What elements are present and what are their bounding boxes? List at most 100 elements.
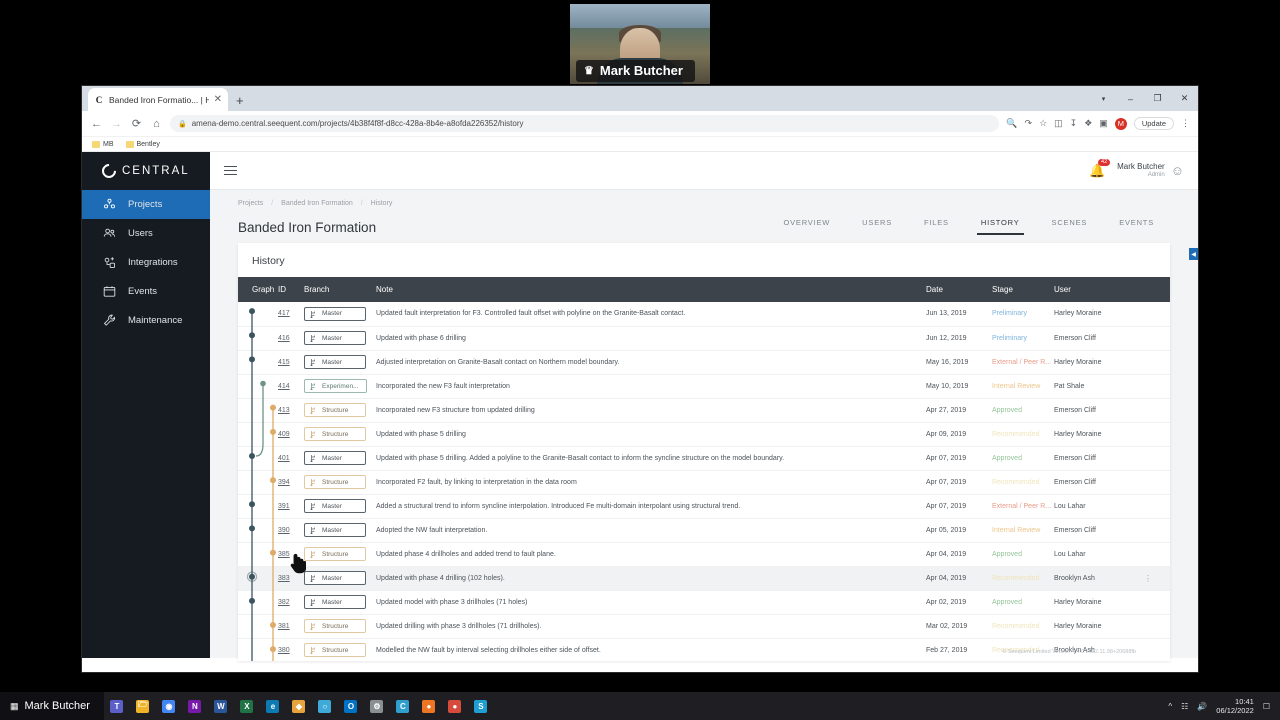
revision-id-link[interactable]: 390 <box>278 527 290 534</box>
update-button[interactable]: Update <box>1133 117 1174 130</box>
table-row[interactable]: 382 Master Updated model with phase 3 dril… <box>238 590 1170 615</box>
breadcrumb-history[interactable]: History <box>371 200 393 207</box>
search-icon[interactable]: ○ <box>312 692 338 720</box>
tab-files[interactable]: FILES <box>908 212 965 235</box>
sidebar-item-events[interactable]: Events <box>82 277 210 306</box>
revision-id-link[interactable]: 401 <box>278 455 290 462</box>
row-kebab-menu-icon[interactable]: ⋮ <box>1144 574 1152 583</box>
reload-button[interactable]: ⟳ <box>130 117 143 130</box>
seequent-icon[interactable]: S <box>468 692 494 720</box>
table-row[interactable]: 390 Master Adopted the NW fault interpreta… <box>238 518 1170 543</box>
table-row[interactable]: 383 Master Updated with phase 4 drilling (… <box>238 566 1170 591</box>
tab-events[interactable]: EVENTS <box>1103 212 1170 235</box>
profile-avatar[interactable]: M <box>1114 117 1127 130</box>
revision-id-link[interactable]: 385 <box>278 551 290 558</box>
revision-id-link[interactable]: 383 <box>278 575 290 582</box>
branch-chip[interactable]: Structure <box>304 643 366 657</box>
branch-chip[interactable]: Master <box>304 331 366 345</box>
table-row[interactable]: 409 Structure Updated with phase 5 drillin… <box>238 422 1170 447</box>
browser-tab[interactable]: C Banded Iron Formatio... | History ✕ <box>88 88 228 111</box>
breadcrumb-project[interactable]: Banded Iron Formation <box>281 200 353 207</box>
branch-chip[interactable]: Experimen... <box>304 379 367 393</box>
table-row[interactable]: 385 Structure Updated phase 4 drillholes a… <box>238 542 1170 567</box>
file-explorer-icon[interactable]: 🗁 <box>130 692 156 720</box>
branch-chip[interactable]: Master <box>304 355 366 369</box>
edge-icon[interactable]: e <box>260 692 286 720</box>
sidepanel-icon[interactable]: ▣ <box>1099 118 1108 129</box>
excel-icon[interactable]: X <box>234 692 260 720</box>
back-button[interactable]: ← <box>90 118 103 130</box>
close-window-button[interactable]: ✕ <box>1171 86 1198 111</box>
revision-id-link[interactable]: 394 <box>278 479 290 486</box>
tab-scenes[interactable]: SCENES <box>1036 212 1104 235</box>
settings-icon[interactable]: ⚙ <box>364 692 390 720</box>
window-menu-icon[interactable]: ▾ <box>1090 86 1117 111</box>
table-row[interactable]: 416 Master Updated with phase 6 drilling Ju… <box>238 326 1170 351</box>
branch-chip[interactable]: Master <box>304 571 366 585</box>
sidebar-item-projects[interactable]: Projects <box>82 190 210 219</box>
orange-app-icon[interactable]: ● <box>416 692 442 720</box>
revision-id-link[interactable]: 415 <box>278 359 290 366</box>
maximize-button[interactable]: ❐ <box>1144 86 1171 111</box>
revision-id-link[interactable]: 380 <box>278 647 290 654</box>
tray-network-icon[interactable]: ☷ <box>1181 702 1188 711</box>
zoom-icon[interactable]: 🔍 <box>1006 118 1017 129</box>
close-tab-icon[interactable]: ✕ <box>214 94 222 105</box>
table-row[interactable]: 415 Master Adjusted interpretation on Gran… <box>238 350 1170 375</box>
notification-bell-wrap[interactable]: 🔔 42 <box>1089 158 1111 180</box>
cast-icon[interactable]: ◫ <box>1054 118 1063 129</box>
revision-id-link[interactable]: 416 <box>278 335 290 342</box>
table-row[interactable]: 391 Master Added a structural trend to inf… <box>238 494 1170 519</box>
outlook-icon[interactable]: O <box>338 692 364 720</box>
branch-chip[interactable]: Structure <box>304 475 366 489</box>
tab-users[interactable]: USERS <box>846 212 908 235</box>
extension-puzzle-icon[interactable]: ❖ <box>1084 118 1092 129</box>
word-icon[interactable]: W <box>208 692 234 720</box>
forward-button[interactable]: → <box>110 118 123 130</box>
branch-chip[interactable]: Structure <box>304 427 366 441</box>
table-row[interactable]: 401 Master Updated with phase 5 drilling. … <box>238 446 1170 471</box>
branch-chip[interactable]: Master <box>304 595 366 609</box>
revision-id-link[interactable]: 391 <box>278 503 290 510</box>
panel-collapse-button[interactable]: ◀ <box>1189 248 1198 260</box>
chrome-icon[interactable]: ◉ <box>156 692 182 720</box>
taskbar-clock[interactable]: 10:41 06/12/2022 <box>1216 697 1254 716</box>
red-app-icon[interactable]: ● <box>442 692 468 720</box>
app-brand[interactable]: CENTRAL <box>82 152 210 190</box>
revision-id-link[interactable]: 381 <box>278 623 290 630</box>
branch-chip[interactable]: Master <box>304 523 366 537</box>
sidebar-item-integrations[interactable]: Integrations <box>82 248 210 277</box>
tray-volume-icon[interactable]: 🔊 <box>1197 702 1207 711</box>
table-row[interactable]: 417 Master Updated fault interpretation fo… <box>238 302 1170 327</box>
branch-chip[interactable]: Master <box>304 306 366 321</box>
tab-overview[interactable]: OVERVIEW <box>767 212 846 235</box>
downloads-icon[interactable]: ↧ <box>1070 118 1078 129</box>
home-button[interactable]: ⌂ <box>150 118 163 130</box>
address-bar[interactable]: 🔒 amena-demo.central.seequent.com/projec… <box>170 115 1000 132</box>
bookmark-item[interactable]: MB <box>92 140 114 148</box>
browser-menu-icon[interactable]: ⋮ <box>1181 118 1190 129</box>
branch-chip[interactable]: Structure <box>304 403 366 417</box>
branch-chip[interactable]: Structure <box>304 547 366 561</box>
bookmark-item[interactable]: Bentley <box>125 140 160 148</box>
sidebar-item-users[interactable]: Users <box>82 219 210 248</box>
branch-chip[interactable]: Structure <box>304 619 366 633</box>
table-row[interactable]: 413 Structure Incorporated new F3 structur… <box>238 398 1170 423</box>
hamburger-menu-icon[interactable] <box>224 165 237 176</box>
revision-id-link[interactable]: 413 <box>278 407 290 414</box>
breadcrumb-projects[interactable]: Projects <box>238 200 263 207</box>
tray-chevron-icon[interactable]: ^ <box>1168 702 1172 711</box>
leapfrog-icon[interactable]: ◆ <box>286 692 312 720</box>
tab-history[interactable]: HISTORY <box>965 212 1036 235</box>
revision-id-link[interactable]: 382 <box>278 599 290 606</box>
sidebar-item-maintenance[interactable]: Maintenance <box>82 306 210 335</box>
start-user-chip[interactable]: ▦ Mark Butcher <box>0 692 104 720</box>
teams-icon[interactable]: T <box>104 692 130 720</box>
branch-chip[interactable]: Master <box>304 451 366 465</box>
table-row[interactable]: 381 Structure Updated drilling with phase … <box>238 614 1170 639</box>
user-menu[interactable]: Mark Butcher Admin ☺ <box>1117 162 1184 178</box>
revision-id-link[interactable]: 409 <box>278 431 290 438</box>
branch-chip[interactable]: Master <box>304 499 366 513</box>
minimize-button[interactable]: – <box>1117 86 1144 111</box>
share-icon[interactable]: ↷ <box>1025 118 1033 129</box>
